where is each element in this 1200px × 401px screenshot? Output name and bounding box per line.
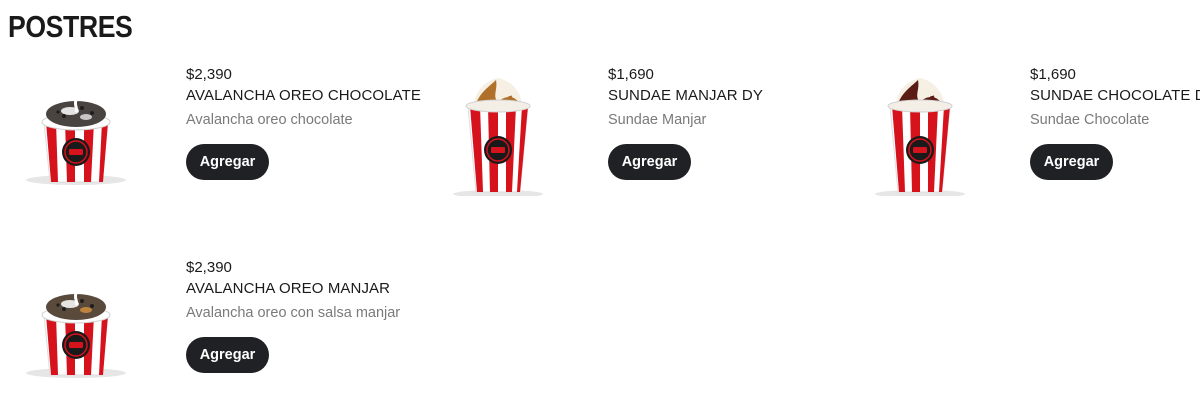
avalancha-cup-icon[interactable] bbox=[6, 259, 146, 389]
product-name: AVALANCHA OREO MANJAR bbox=[186, 280, 391, 297]
product-name: SUNDAE CHOCOLATE DY bbox=[1030, 87, 1200, 104]
product-card: $1,690 SUNDAE CHOCOLATE DY Sundae Chocol… bbox=[850, 66, 1200, 206]
sundae-cup-icon[interactable] bbox=[428, 66, 568, 198]
section-title: POSTRES bbox=[8, 9, 133, 44]
product-info: $2,390 AVALANCHA OREO CHOCOLATE Avalanch… bbox=[186, 66, 421, 180]
product-card: $2,390 AVALANCHA OREO CHOCOLATE Avalanch… bbox=[6, 66, 421, 206]
sundae-cup-icon[interactable] bbox=[850, 66, 990, 198]
product-price: $2,390 bbox=[186, 66, 232, 83]
avalancha-cup-icon[interactable] bbox=[6, 66, 146, 196]
add-to-cart-button[interactable]: Agregar bbox=[186, 337, 269, 373]
product-description: Sundae Manjar bbox=[608, 112, 707, 128]
product-description: Avalancha oreo chocolate bbox=[186, 112, 353, 128]
product-price: $1,690 bbox=[1030, 66, 1076, 83]
add-to-cart-button[interactable]: Agregar bbox=[608, 144, 691, 180]
product-description: Sundae Chocolate bbox=[1030, 112, 1150, 128]
product-info: $1,690 SUNDAE MANJAR DY Sundae Manjar Ag… bbox=[608, 66, 828, 180]
product-price: $2,390 bbox=[186, 259, 232, 276]
product-card: $2,390 AVALANCHA OREO MANJAR Avalancha o… bbox=[6, 259, 400, 399]
product-description: Avalancha oreo con salsa manjar bbox=[186, 305, 401, 321]
product-price: $1,690 bbox=[608, 66, 654, 83]
add-to-cart-button[interactable]: Agregar bbox=[1030, 144, 1113, 180]
product-card: $1,690 SUNDAE MANJAR DY Sundae Manjar Ag… bbox=[428, 66, 808, 206]
product-name: AVALANCHA OREO CHOCOLATE bbox=[186, 87, 421, 104]
product-info: $2,390 AVALANCHA OREO MANJAR Avalancha o… bbox=[186, 259, 406, 373]
product-info: $1,690 SUNDAE CHOCOLATE DY Sundae Chocol… bbox=[1030, 66, 1200, 180]
product-name: SUNDAE MANJAR DY bbox=[608, 87, 763, 104]
add-to-cart-button[interactable]: Agregar bbox=[186, 144, 269, 180]
